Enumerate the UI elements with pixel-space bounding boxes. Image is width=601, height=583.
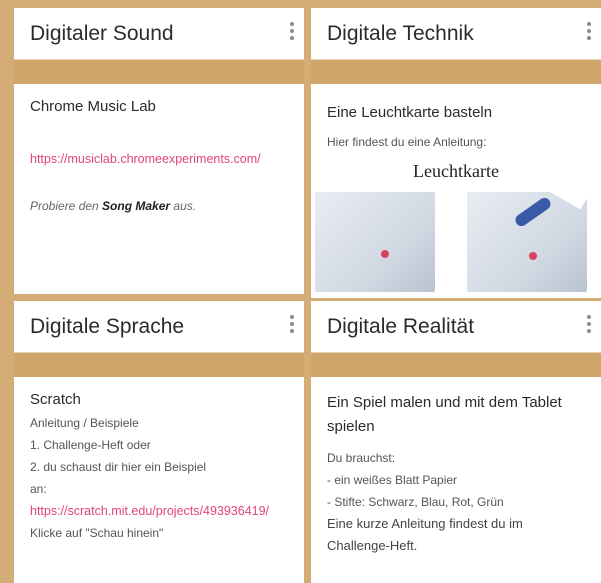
card-divider <box>311 60 601 84</box>
card-body: Ein Spiel malen und mit dem Tablet spiel… <box>311 377 601 583</box>
image-gallery[interactable] <box>315 160 596 292</box>
post-text-pre: Probiere den <box>30 199 103 213</box>
card-body: Eine Leuchtkarte basteln Hier findest du… <box>311 84 601 298</box>
card-divider <box>311 353 601 377</box>
post-line: 1. Challenge-Heft oder <box>30 438 151 452</box>
more-vertical-icon[interactable] <box>586 315 592 333</box>
post-line: Du brauchst: <box>327 451 396 465</box>
card-header: Digitale Sprache <box>14 301 304 353</box>
card-body: Chrome Music Lab https://musiclab.chrome… <box>14 84 304 294</box>
card-divider <box>14 60 304 84</box>
post-line: - ein weißes Blatt Papier <box>327 473 458 487</box>
post-line: - Stifte: Schwarz, Blau, Rot, Grün <box>327 495 504 509</box>
padlet-board: Digitaler Sound Chrome Music Lab https:/… <box>0 0 601 583</box>
more-vertical-icon[interactable] <box>289 315 295 333</box>
card-header: Digitaler Sound <box>14 8 304 60</box>
card-title: Digitale Technik <box>327 21 474 45</box>
post-link-line: https://scratch.mit.edu/projects/4939364… <box>30 500 286 544</box>
post-heading: Chrome Music Lab <box>30 98 156 115</box>
card-digitale-realitaet[interactable]: Digitale Realität Ein Spiel malen und mi… <box>311 301 601 583</box>
more-vertical-icon[interactable] <box>289 22 295 40</box>
post-text: Hier findest du eine Anleitung: <box>327 135 487 149</box>
card-body: Scratch Anleitung / Beispiele 1. Challen… <box>14 377 304 583</box>
card-header: Digitale Technik <box>311 8 601 60</box>
card-header: Digitale Realität <box>311 301 601 353</box>
post-heading: Scratch <box>30 391 81 408</box>
post-heading: Ein Spiel malen und mit dem Tablet spiel… <box>327 394 562 435</box>
post-line: 2. du schaust dir hier ein Beispiel <box>30 460 207 474</box>
post-text: Probiere den Song Maker aus. <box>30 199 288 213</box>
card-title: Digitale Sprache <box>30 314 185 338</box>
more-vertical-icon[interactable] <box>586 22 592 40</box>
post-line: Eine kurze Anleitung findest du im <box>327 516 523 531</box>
photo-paper <box>315 192 435 292</box>
post-heading: Eine Leuchtkarte basteln <box>327 104 493 121</box>
card-digitale-sprache[interactable]: Digitale Sprache Scratch Anleitung / Bei… <box>14 301 304 583</box>
card-digitale-technik[interactable]: Digitale Technik Eine Leuchtkarte bastel… <box>311 8 601 298</box>
post-text-post: aus. <box>170 199 197 213</box>
post-link[interactable]: https://scratch.mit.edu/projects/4939364… <box>30 504 269 518</box>
photo-pen <box>467 192 587 292</box>
card-title: Digitale Realität <box>327 314 475 338</box>
card-digitaler-sound[interactable]: Digitaler Sound Chrome Music Lab https:/… <box>14 8 304 294</box>
post-link[interactable]: https://musiclab.chromeexperiments.com/ <box>30 149 280 169</box>
post-line: an: <box>30 482 47 496</box>
post-line: Challenge-Heft. <box>327 538 418 553</box>
post-text-after-link: Klicke auf "Schau hinein" <box>30 526 164 540</box>
card-divider <box>14 353 304 377</box>
post-line: Anleitung / Beispiele <box>30 416 139 430</box>
card-title: Digitaler Sound <box>30 21 174 45</box>
post-text-bold: Song Maker <box>102 199 171 213</box>
